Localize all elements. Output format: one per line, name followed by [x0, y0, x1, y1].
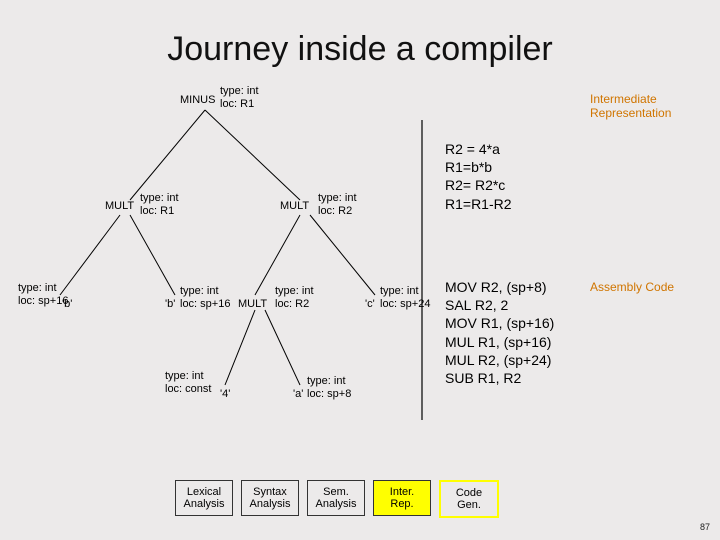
compiler-phases: Lexical Analysis Syntax Analysis Sem. An…	[175, 480, 499, 518]
leaf-4-token: '4'	[220, 388, 230, 401]
leaf-b1-token: 'b'	[62, 298, 72, 311]
phase-lexical: Lexical Analysis	[175, 480, 233, 516]
leaf-b2-attrs: type: int loc: sp+16	[180, 285, 230, 310]
node-mult-right-op: MULT	[280, 200, 309, 213]
leaf-c-token: 'c'	[365, 298, 375, 311]
node-minus-attrs: type: int loc: R1	[220, 85, 259, 110]
leaf-a-token: 'a'	[293, 388, 303, 401]
phase-codegen: Code Gen.	[439, 480, 499, 518]
leaf-b2-token: 'b'	[165, 298, 175, 311]
ast-edges	[0, 0, 720, 540]
leaf-b1-attrs: type: int loc: sp+16	[18, 282, 68, 307]
ir-heading: Intermediate Representation	[590, 92, 720, 121]
asm-heading: Assembly Code	[590, 280, 674, 294]
ir-code: R2 = 4*a R1=b*b R2= R2*c R1=R1-R2	[445, 140, 512, 213]
node-mult-left-attrs: type: int loc: R1	[140, 192, 179, 217]
node-minus-op: MINUS	[180, 94, 215, 107]
phase-syntax: Syntax Analysis	[241, 480, 299, 516]
leaf-4-attrs: type: int loc: const	[165, 370, 211, 395]
phase-ir: Inter. Rep.	[373, 480, 431, 516]
page-title: Journey inside a compiler	[0, 30, 720, 69]
node-mult-right-attrs: type: int loc: R2	[318, 192, 357, 217]
asm-code: MOV R2, (sp+8) SAL R2, 2 MOV R1, (sp+16)…	[445, 278, 554, 387]
node-mult-inner-attrs: type: int loc: R2	[275, 285, 314, 310]
leaf-c-attrs: type: int loc: sp+24	[380, 285, 430, 310]
page-number: 87	[700, 522, 710, 532]
leaf-a-attrs: type: int loc: sp+8	[307, 375, 351, 400]
node-mult-left-op: MULT	[105, 200, 134, 213]
phase-sem: Sem. Analysis	[307, 480, 365, 516]
node-mult-inner-op: MULT	[238, 298, 267, 311]
